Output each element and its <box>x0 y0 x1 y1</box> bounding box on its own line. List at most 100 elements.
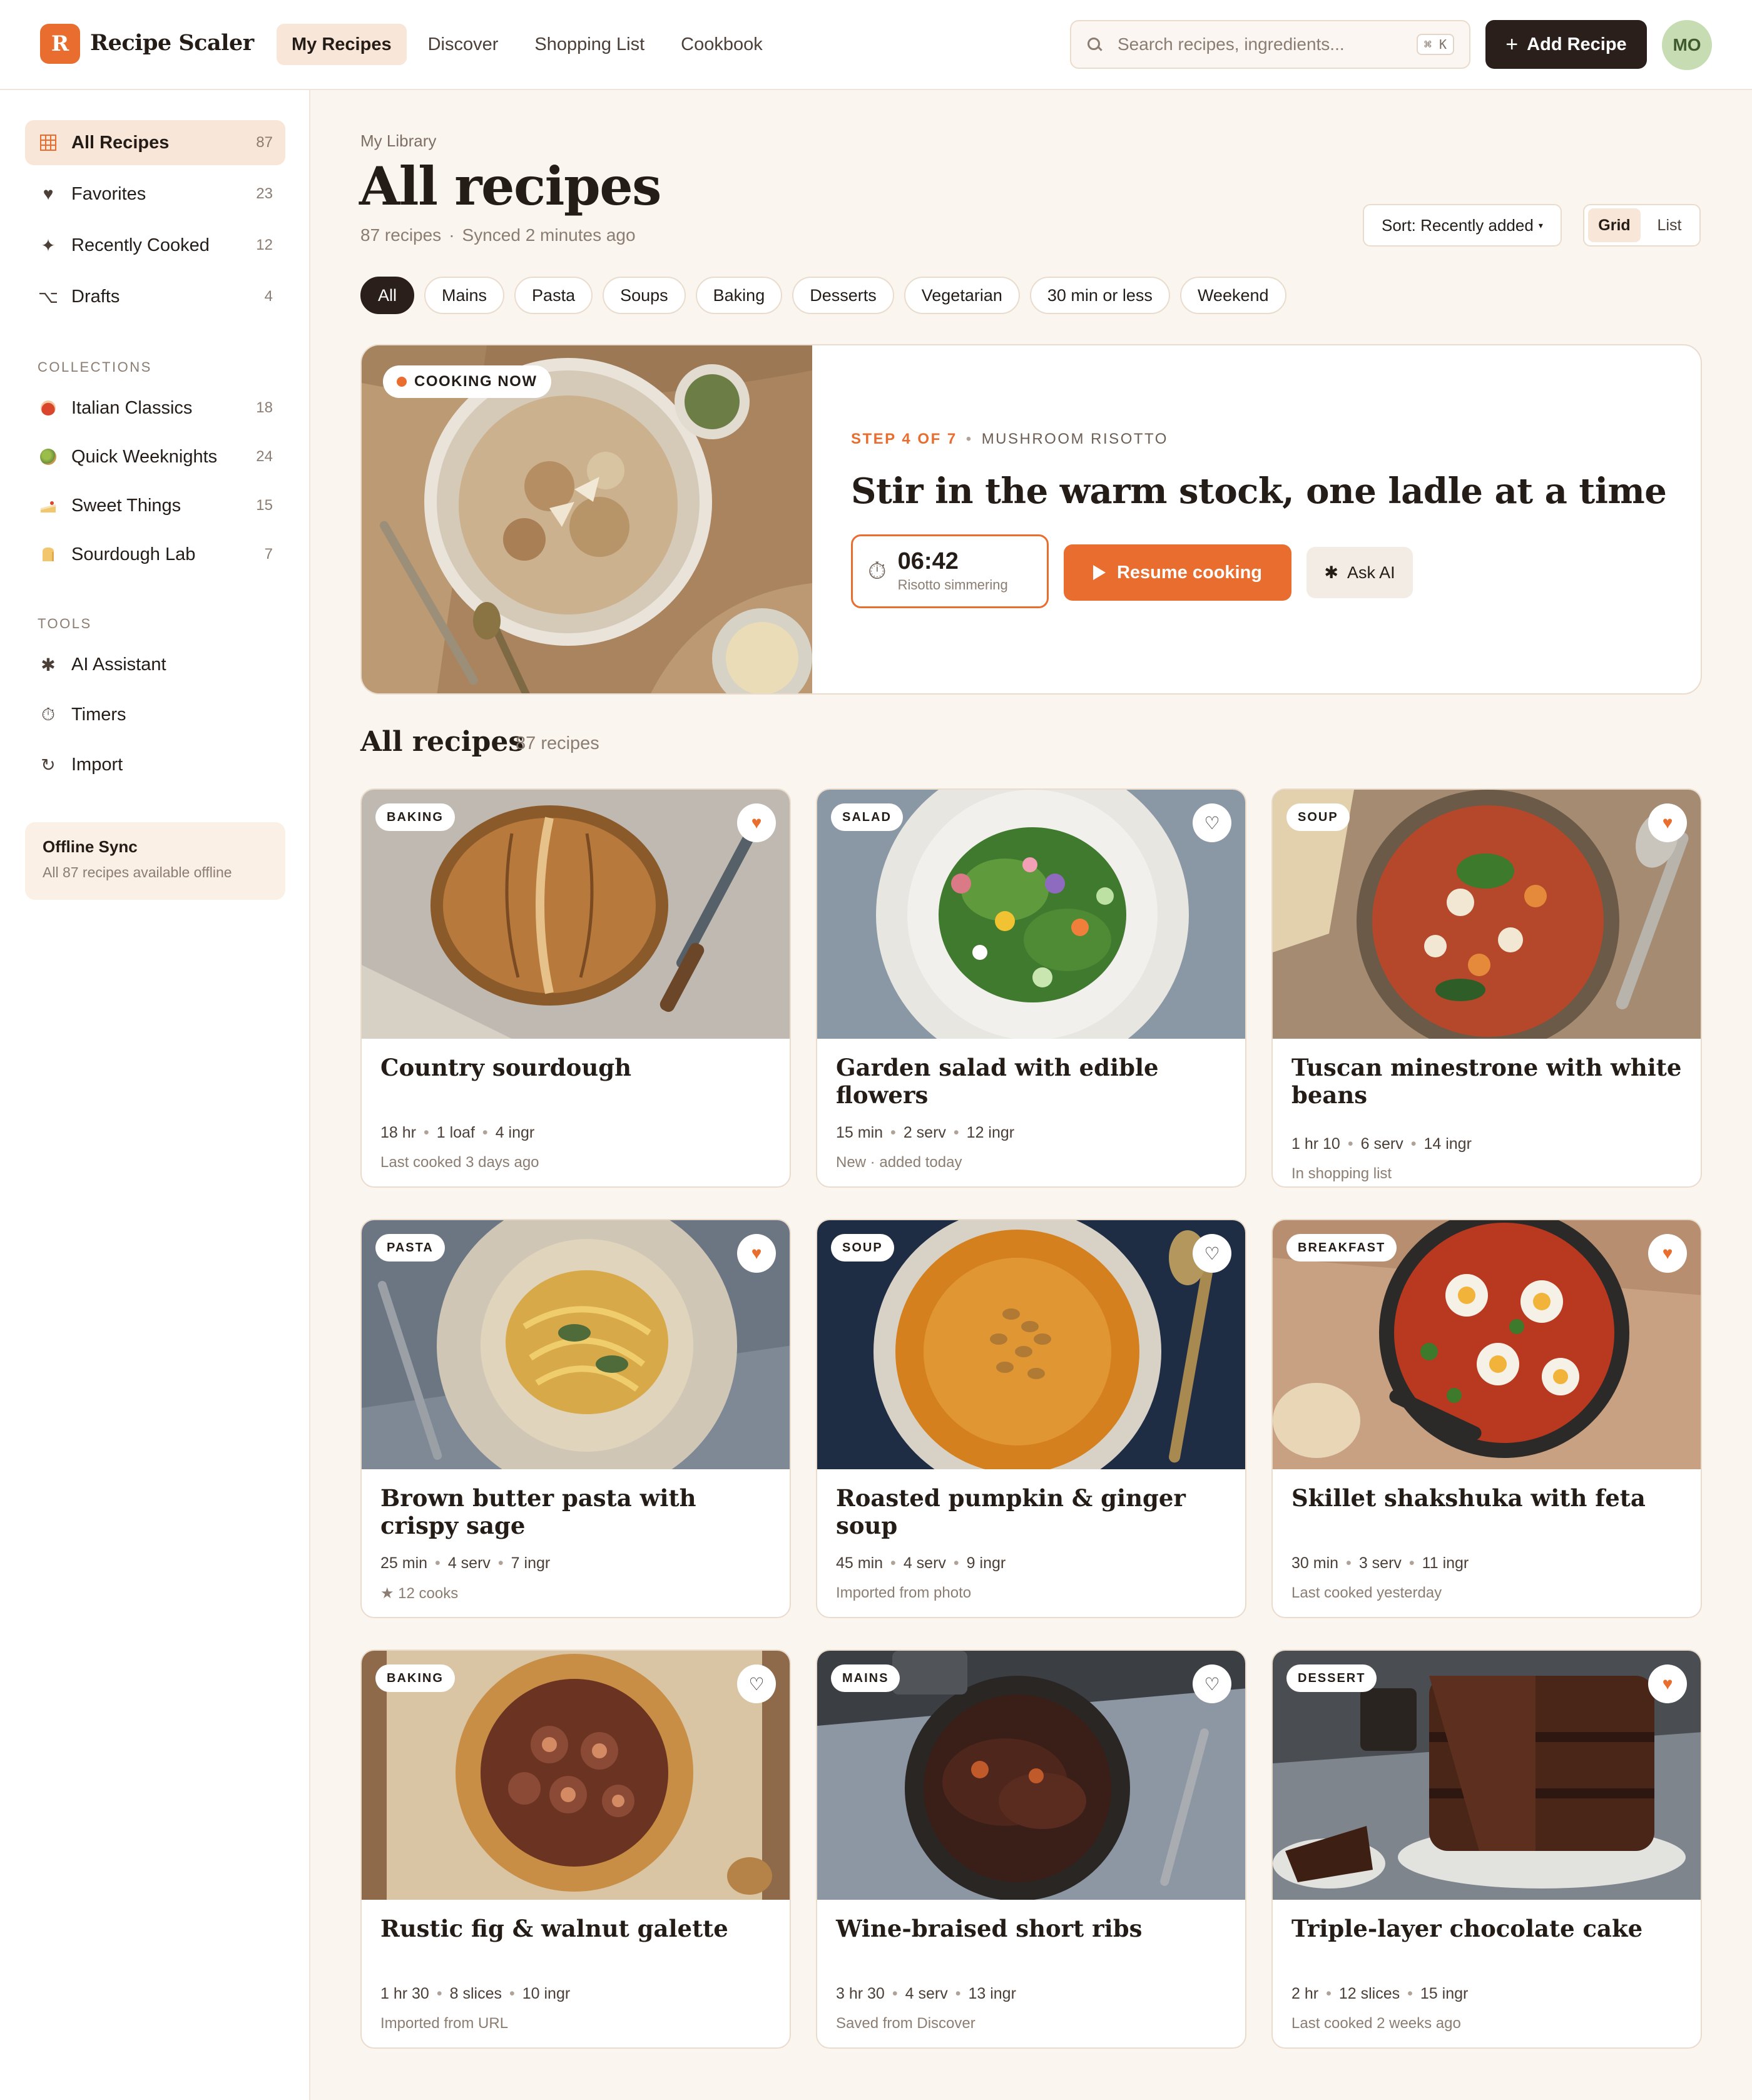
nav-cookbook[interactable]: Cookbook <box>666 24 778 65</box>
view-toggle: Grid List <box>1583 204 1701 247</box>
search-box[interactable]: ⌘ K <box>1070 20 1470 69</box>
live-dot-icon <box>397 377 407 387</box>
card-category-tag: BREAKFAST <box>1286 1234 1397 1262</box>
breadcrumb[interactable]: My Library <box>360 131 436 151</box>
resume-cooking-button[interactable]: Resume cooking <box>1064 544 1291 601</box>
sync-status: Synced 2 minutes ago <box>462 225 636 245</box>
ask-ai-button[interactable]: ✱ Ask AI <box>1306 547 1413 598</box>
user-avatar[interactable]: MO <box>1662 20 1712 70</box>
favorite-button[interactable]: ♥ <box>1648 1234 1687 1273</box>
card-category-tag: BAKING <box>375 1664 455 1692</box>
top-bar: R Recipe Scaler My Recipes Discover Shop… <box>0 0 1752 90</box>
salad-icon <box>38 446 59 467</box>
card-meta: 18 hr • 1 loaf • 4 ingr <box>380 1124 535 1141</box>
card-note: New · added today <box>836 1154 962 1171</box>
sidebar-item-drafts[interactable]: ⌥ Drafts 4 <box>25 274 285 319</box>
card-yield: 12 slices <box>1338 1985 1400 2002</box>
card-time: 15 min <box>836 1124 884 1141</box>
page-title: All recipes <box>359 155 661 217</box>
favorite-button[interactable]: ♥ <box>1648 803 1687 842</box>
card-time: 18 hr <box>380 1124 416 1141</box>
step-indicator: STEP 4 OF 7 • MUSHROOM RISOTTO <box>851 431 1168 447</box>
favorite-button[interactable]: ♡ <box>737 1664 776 1703</box>
recipe-card-chocolate-cake[interactable]: DESSERT ♥ Triple-layer chocolate cake 2 … <box>1271 1649 1702 2049</box>
favorite-button[interactable]: ♡ <box>1193 1664 1231 1703</box>
recipe-card-brown-butter-pasta[interactable]: PASTA ♥ Brown butter pasta with crispy s… <box>360 1219 791 1618</box>
favorite-button[interactable]: ♡ <box>1193 1234 1231 1273</box>
resume-cooking-label: Resume cooking <box>1116 562 1263 583</box>
sidebar-item-sweet-things[interactable]: Sweet Things 15 <box>25 483 285 528</box>
offline-sync-subtitle: All 87 recipes available offline <box>43 864 232 880</box>
favorite-button[interactable]: ♥ <box>737 803 776 842</box>
sidebar: All Recipes 87 ♥ Favorites 23 ✦ Recently… <box>0 90 310 2100</box>
card-meta: 30 min • 3 serv • 11 ingr <box>1291 1554 1469 1572</box>
sidebar-item-italian-classics[interactable]: Italian Classics 18 <box>25 385 285 431</box>
card-yield: 6 serv <box>1360 1135 1403 1153</box>
filter-chip-30-min[interactable]: 30 min or less <box>1029 277 1170 314</box>
recipe-card-shakshuka[interactable]: BREAKFAST ♥ Skillet shakshuka with feta … <box>1271 1219 1702 1618</box>
heart-outline-icon: ♡ <box>1204 1243 1220 1263</box>
card-ingredients: 12 ingr <box>966 1124 1015 1141</box>
card-category-tag: BAKING <box>375 803 455 831</box>
card-meta: 45 min • 4 serv • 9 ingr <box>836 1554 1006 1572</box>
filter-chip-mains[interactable]: Mains <box>424 277 505 314</box>
asterisk-icon: ✱ <box>41 655 56 675</box>
stopwatch-icon: ⏱ <box>41 704 55 724</box>
heart-icon: ♥ <box>1662 1674 1673 1693</box>
card-yield: 4 serv <box>903 1554 946 1572</box>
sort-dropdown[interactable]: Sort: Recently added ▾ <box>1363 204 1562 247</box>
filter-chip-weekend[interactable]: Weekend <box>1179 277 1286 314</box>
filter-chip-pasta[interactable]: Pasta <box>514 277 593 314</box>
favorite-button[interactable]: ♥ <box>737 1234 776 1273</box>
search-input[interactable] <box>1118 34 1417 54</box>
recipe-card-pumpkin-soup[interactable]: SOUP ♡ Roasted pumpkin & ginger soup 45 … <box>816 1219 1246 1618</box>
add-recipe-button[interactable]: + Add Recipe <box>1485 20 1647 69</box>
card-note: Imported from URL <box>380 2015 509 2032</box>
sidebar-item-quick-weeknights[interactable]: Quick Weeknights 24 <box>25 434 285 479</box>
nav-discover[interactable]: Discover <box>413 24 514 65</box>
bread-icon <box>38 544 59 565</box>
favorite-button[interactable]: ♡ <box>1193 803 1231 842</box>
recipe-card-country-sourdough[interactable]: BAKING ♥ Country sourdough 18 hr • 1 loaf •… <box>360 788 791 1188</box>
sidebar-item-label: All Recipes <box>71 132 170 153</box>
filter-chip-desserts[interactable]: Desserts <box>792 277 894 314</box>
sidebar-item-count: 18 <box>256 399 273 416</box>
sidebar-item-import[interactable]: ↻ Import <box>25 742 285 787</box>
sidebar-item-ai-assistant[interactable]: ✱ AI Assistant <box>25 642 285 687</box>
filter-chip-baking[interactable]: Baking <box>695 277 783 314</box>
app-name[interactable]: Recipe Scaler <box>90 30 254 56</box>
heart-icon: ♥ <box>43 184 54 203</box>
sidebar-item-favorites[interactable]: ♥ Favorites 23 <box>25 171 285 217</box>
filter-chip-vegetarian[interactable]: Vegetarian <box>904 277 1020 314</box>
card-yield: 4 serv <box>905 1985 948 2002</box>
sidebar-item-label: Favorites <box>71 183 146 204</box>
card-time: 25 min <box>380 1554 428 1572</box>
filter-chip-soups[interactable]: Soups <box>603 277 686 314</box>
recipe-card-garden-salad[interactable]: SALAD ♡ Garden salad with edible flowers… <box>816 788 1246 1188</box>
grid-icon <box>38 132 59 153</box>
active-timer[interactable]: ⏱ 06:42 Risotto simmering <box>851 534 1049 608</box>
view-grid-button[interactable]: Grid <box>1588 208 1641 242</box>
sidebar-item-all-recipes[interactable]: All Recipes 87 <box>25 120 285 165</box>
caret-down-icon: ▾ <box>1538 220 1543 230</box>
recipe-card-short-ribs[interactable]: MAINS ♡ Wine-braised short ribs 3 hr 30 •… <box>816 1649 1246 2049</box>
offline-sync-title: Offline Sync <box>43 837 138 856</box>
cooking-now-badge: COOKING NOW <box>383 365 551 398</box>
filter-chip-all[interactable]: All <box>360 277 415 314</box>
card-time: 3 hr 30 <box>836 1985 885 2002</box>
collections-heading: COLLECTIONS <box>38 359 152 375</box>
app-logo[interactable]: R <box>40 24 80 64</box>
card-title: Wine-braised short ribs <box>836 1915 1143 1942</box>
nav-my-recipes[interactable]: My Recipes <box>277 24 407 65</box>
view-list-button[interactable]: List <box>1643 208 1696 242</box>
recipe-card-fig-galette[interactable]: BAKING ♡ Rustic fig & walnut galette 1 h… <box>360 1649 791 2049</box>
cooking-now-card[interactable]: COOKING NOW STEP 4 OF 7 • MUSHROOM RISOTTO… <box>360 344 1702 695</box>
nav-shopping-list[interactable]: Shopping List <box>519 24 660 65</box>
sidebar-item-recently-cooked[interactable]: ✦ Recently Cooked 12 <box>25 223 285 268</box>
card-time: 1 hr 30 <box>380 1985 429 2002</box>
favorite-button[interactable]: ♥ <box>1648 1664 1687 1703</box>
sidebar-item-timers[interactable]: ⏱ Timers <box>25 692 285 737</box>
card-category-tag: PASTA <box>375 1234 445 1262</box>
sidebar-item-sourdough-lab[interactable]: Sourdough Lab 7 <box>25 532 285 577</box>
recipe-card-tuscan-minestrone[interactable]: SOUP ♥ Tuscan minestrone with white bean… <box>1271 788 1702 1188</box>
